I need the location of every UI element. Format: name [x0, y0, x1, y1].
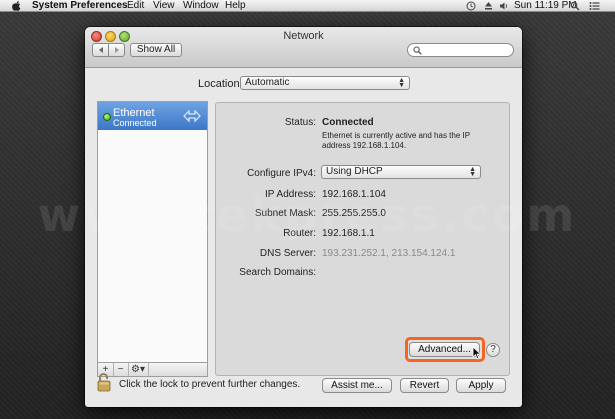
window-titlebar: Network Show All [85, 27, 522, 68]
clock-text[interactable]: Sun 11:19 PM [514, 0, 577, 11]
lock-message: Click the lock to prevent further change… [119, 379, 301, 390]
service-item-ethernet[interactable]: Ethernet Connected [98, 102, 207, 130]
eject-icon[interactable] [484, 0, 493, 14]
volume-icon[interactable] [499, 0, 509, 14]
popup-arrows-icon: ▲ ▼ [398, 77, 405, 89]
back-arrow-icon [99, 47, 103, 53]
service-list: Ethernet Connected [97, 101, 208, 363]
forward-button[interactable] [108, 43, 125, 57]
notification-list-icon[interactable] [589, 0, 600, 14]
show-all-button[interactable]: Show All [130, 43, 182, 57]
unlocked-padlock-icon[interactable] [97, 372, 115, 392]
window-title: Network [283, 30, 324, 42]
back-button[interactable] [92, 43, 109, 57]
configure-ipv4-select[interactable]: Using DHCP ▲ ▼ [321, 165, 481, 179]
service-status: Connected [113, 118, 157, 128]
status-label: Status: [284, 117, 316, 128]
time-machine-icon[interactable] [466, 0, 476, 14]
menu-view[interactable]: View [153, 0, 175, 11]
router-label: Router: [283, 228, 316, 239]
menu-edit[interactable]: Edit [127, 0, 144, 11]
advanced-button[interactable]: Advanced... [409, 342, 480, 357]
status-description: Ethernet is currently active and has the… [322, 131, 470, 150]
assist-me-button[interactable]: Assist me... [322, 378, 392, 393]
dns-server-label: DNS Server: [259, 248, 316, 259]
menu-bar: System Preferences Edit View Window Help… [0, 0, 615, 12]
ip-address-value: 192.168.1.104 [322, 189, 386, 200]
menu-window[interactable]: Window [183, 0, 219, 11]
mouse-pointer-icon [472, 346, 482, 360]
revert-button[interactable]: Revert [400, 378, 449, 393]
search-icon [413, 46, 422, 55]
location-value: Automatic [245, 77, 290, 88]
dns-server-value: 193.231.252.1, 213.154.124.1 [322, 248, 456, 259]
menu-help[interactable]: Help [225, 0, 246, 11]
search-domains-label: Search Domains: [239, 267, 316, 278]
location-label: Location: [198, 78, 243, 90]
spotlight-icon[interactable] [570, 0, 580, 14]
service-detail-panel: Status: Connected Ethernet is currently … [215, 102, 510, 376]
subnet-mask-label: Subnet Mask: [254, 208, 316, 219]
router-value: 192.168.1.1 [322, 228, 375, 239]
apple-menu-icon[interactable] [12, 0, 21, 14]
remove-service-button[interactable]: − [113, 363, 129, 376]
help-button[interactable]: ? [486, 343, 500, 357]
forward-arrow-icon [115, 47, 119, 53]
popup-arrows-icon: ▲ ▼ [469, 166, 476, 178]
status-value: Connected [322, 117, 374, 128]
subnet-mask-value: 255.255.255.0 [322, 208, 386, 219]
menu-app-name[interactable]: System Preferences [32, 0, 128, 11]
configure-ipv4-label: Configure IPv4: [247, 168, 316, 179]
action-menu-gear-icon[interactable]: ⚙▾ [128, 363, 149, 376]
apply-button[interactable]: Apply [456, 378, 506, 393]
search-field[interactable] [407, 43, 514, 57]
ethernet-arrows-icon [183, 109, 201, 123]
ip-address-label: IP Address: [265, 189, 316, 200]
location-select[interactable]: Automatic ▲ ▼ [240, 76, 410, 90]
status-connected-icon [103, 113, 111, 121]
configure-ipv4-value: Using DHCP [326, 166, 383, 177]
